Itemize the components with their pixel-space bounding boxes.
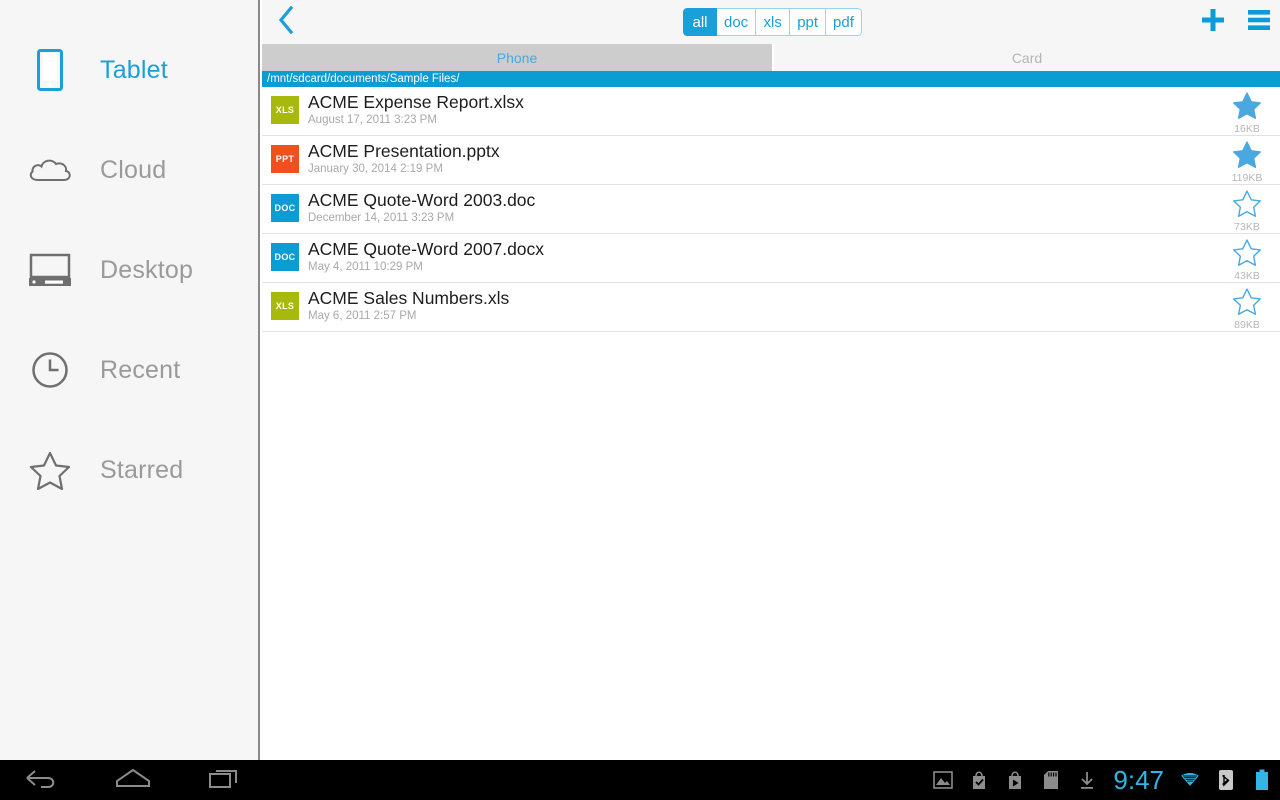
sidebar-item-label: Tablet xyxy=(100,56,168,85)
main-content: all doc xls ppt pdf xyxy=(262,0,1280,760)
sidebar-item-label: Starred xyxy=(100,456,183,485)
filter-doc[interactable]: doc xyxy=(717,8,756,36)
star-filled-icon[interactable] xyxy=(1232,140,1262,173)
file-name: ACME Presentation.pptx xyxy=(308,140,500,162)
add-button[interactable] xyxy=(1198,7,1228,37)
file-size: 16KB xyxy=(1234,123,1260,135)
file-date: May 6, 2011 2:57 PM xyxy=(308,309,509,324)
sidebar-item-desktop[interactable]: Desktop xyxy=(0,220,258,320)
file-row-right: 43KB xyxy=(1226,238,1268,282)
home-nav-icon xyxy=(114,767,152,794)
file-name: ACME Quote-Word 2007.docx xyxy=(308,238,544,260)
file-manager-app: Tablet Cloud Desktop xyxy=(0,0,1280,800)
clock-icon xyxy=(0,351,100,389)
sidebar-item-starred[interactable]: Starred xyxy=(0,420,258,520)
home-nav-button[interactable] xyxy=(112,765,154,795)
file-row-right: 89KB xyxy=(1226,287,1268,331)
star-filled-icon[interactable] xyxy=(1232,91,1262,124)
sdcard-icon[interactable] xyxy=(1041,769,1061,791)
back-nav-button[interactable] xyxy=(20,765,62,795)
file-type-badge: DOC xyxy=(271,243,299,271)
sidebar-item-label: Cloud xyxy=(100,156,166,185)
plus-icon xyxy=(1200,7,1226,38)
back-button[interactable] xyxy=(264,0,308,44)
recents-nav-icon xyxy=(208,767,242,794)
file-list: XLS ACME Expense Report.xlsxAugust 17, 20… xyxy=(262,87,1280,760)
file-type-badge: XLS xyxy=(271,96,299,124)
file-name: ACME Quote-Word 2003.doc xyxy=(308,189,535,211)
filter-ppt[interactable]: ppt xyxy=(790,8,826,36)
star-outline-icon[interactable] xyxy=(1232,287,1262,320)
toolbar-actions xyxy=(1198,0,1274,44)
file-row-right: 73KB xyxy=(1226,189,1268,233)
file-meta: ACME Quote-Word 2003.docDecember 14, 201… xyxy=(308,189,535,226)
file-size: 43KB xyxy=(1234,270,1260,282)
menu-button[interactable] xyxy=(1244,7,1274,37)
sidebar: Tablet Cloud Desktop xyxy=(0,0,260,760)
battery-icon[interactable] xyxy=(1252,769,1272,791)
file-type-badge: PPT xyxy=(271,145,299,173)
bluetooth-icon[interactable] xyxy=(1216,769,1236,791)
status-icons: 9:47 xyxy=(933,767,1272,793)
file-meta: ACME Quote-Word 2007.docxMay 4, 2011 10:… xyxy=(308,238,544,275)
sidebar-item-cloud[interactable]: Cloud xyxy=(0,120,258,220)
top-toolbar: all doc xls ppt pdf xyxy=(262,0,1280,44)
file-date: May 4, 2011 10:29 PM xyxy=(308,260,544,275)
file-name: ACME Sales Numbers.xls xyxy=(308,287,509,309)
file-type-filter-group[interactable]: all doc xls ppt pdf xyxy=(683,8,862,36)
table-row[interactable]: DOC ACME Quote-Word 2007.docxMay 4, 2011 … xyxy=(262,234,1280,283)
file-name: ACME Expense Report.xlsx xyxy=(308,91,524,113)
table-row[interactable]: XLS ACME Expense Report.xlsxAugust 17, 20… xyxy=(262,87,1280,136)
file-date: December 14, 2011 3:23 PM xyxy=(308,211,535,226)
file-row-right: 16KB xyxy=(1226,91,1268,135)
storage-tabs: Phone Card xyxy=(262,44,1280,71)
screenshot-icon[interactable] xyxy=(933,769,953,791)
filter-pdf[interactable]: pdf xyxy=(826,8,862,36)
file-meta: ACME Expense Report.xlsxAugust 17, 2011 … xyxy=(308,91,524,128)
file-size: 89KB xyxy=(1234,319,1260,331)
back-nav-icon xyxy=(24,767,58,794)
clock: 9:47 xyxy=(1113,767,1164,793)
file-meta: ACME Sales Numbers.xlsMay 6, 2011 2:57 P… xyxy=(308,287,509,324)
file-size: 73KB xyxy=(1234,221,1260,233)
android-system-bar: 9:47 xyxy=(0,760,1280,800)
filter-all[interactable]: all xyxy=(683,8,717,36)
file-date: August 17, 2011 3:23 PM xyxy=(308,113,524,128)
file-type-badge: DOC xyxy=(271,194,299,222)
cloud-icon xyxy=(0,155,100,185)
star-icon xyxy=(0,450,100,490)
file-row-right: 119KB xyxy=(1226,140,1268,184)
path-bar: /mnt/sdcard/documents/Sample Files/ xyxy=(262,71,1280,87)
recents-nav-button[interactable] xyxy=(204,765,246,795)
table-row[interactable]: PPT ACME Presentation.pptxJanuary 30, 201… xyxy=(262,136,1280,185)
sidebar-item-label: Desktop xyxy=(100,256,193,285)
sidebar-item-recent[interactable]: Recent xyxy=(0,320,258,420)
table-row[interactable]: XLS ACME Sales Numbers.xlsMay 6, 2011 2:5… xyxy=(262,283,1280,332)
bag-check-icon[interactable] xyxy=(969,769,989,791)
file-meta: ACME Presentation.pptxJanuary 30, 2014 2… xyxy=(308,140,500,177)
sidebar-item-tablet[interactable]: Tablet xyxy=(0,20,258,120)
filter-xls[interactable]: xls xyxy=(756,8,790,36)
wifi-icon[interactable] xyxy=(1180,769,1200,791)
tablet-icon xyxy=(0,49,100,91)
hamburger-menu-icon xyxy=(1247,9,1271,36)
tab-phone[interactable]: Phone xyxy=(262,44,772,71)
navigation-keys xyxy=(20,765,246,795)
play-store-icon[interactable] xyxy=(1005,769,1025,791)
tab-card[interactable]: Card xyxy=(772,44,1280,71)
chevron-left-icon xyxy=(278,6,294,39)
desktop-icon xyxy=(0,253,100,287)
file-size: 119KB xyxy=(1232,172,1263,184)
star-outline-icon[interactable] xyxy=(1232,238,1262,271)
file-date: January 30, 2014 2:19 PM xyxy=(308,162,500,177)
download-icon[interactable] xyxy=(1077,769,1097,791)
table-row[interactable]: DOC ACME Quote-Word 2003.docDecember 14, … xyxy=(262,185,1280,234)
star-outline-icon[interactable] xyxy=(1232,189,1262,222)
sidebar-item-label: Recent xyxy=(100,356,180,385)
file-type-badge: XLS xyxy=(271,292,299,320)
